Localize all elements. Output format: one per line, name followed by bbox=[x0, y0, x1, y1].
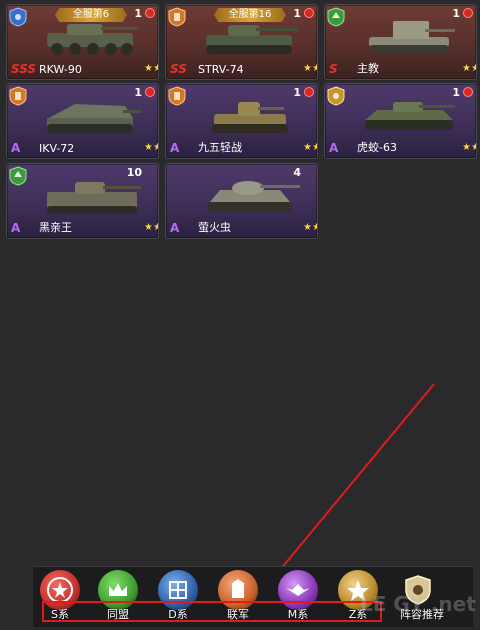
grade-label: A bbox=[11, 221, 21, 235]
tank-class-icon bbox=[168, 7, 186, 27]
tank-name: STRV-74 bbox=[198, 63, 244, 76]
tank-name: RKW-90 bbox=[39, 63, 82, 76]
tank-image bbox=[208, 181, 300, 212]
notification-dot bbox=[463, 87, 473, 97]
tank-class-icon bbox=[327, 86, 345, 106]
star-rating: ★★★★ bbox=[144, 222, 158, 233]
tank-name: 黑亲王 bbox=[39, 221, 72, 234]
notification-dot bbox=[304, 8, 314, 18]
star-rating: ★★★★ bbox=[462, 142, 476, 153]
tank-card-firefly[interactable]: 4 A 萤火虫 ★★★★ bbox=[165, 163, 318, 239]
tank-image bbox=[365, 102, 455, 130]
star-rating: ★★★★★ bbox=[144, 63, 158, 74]
tank-image bbox=[47, 24, 139, 55]
grade-label: A bbox=[329, 141, 339, 155]
star-rating: ★★★★ bbox=[303, 222, 317, 233]
tank-card-strv-74[interactable]: 全服第16 1 SS STRV-74 ★★★★★ bbox=[165, 4, 318, 80]
tank-class-icon bbox=[327, 7, 345, 27]
grade-label: SSS bbox=[11, 62, 37, 76]
star-rating: ★★★★ bbox=[144, 142, 158, 153]
tank-class-icon bbox=[9, 166, 27, 186]
tank-image bbox=[47, 104, 141, 133]
tank-name: 虎蛟-63 bbox=[357, 141, 397, 154]
tank-card-tiger-jiao-63[interactable]: 1 A 虎蛟-63 ★★★★ bbox=[324, 83, 477, 159]
notification-dot bbox=[304, 87, 314, 97]
tank-card-black-prince[interactable]: 10 A 黑亲王 ★★★★ bbox=[6, 163, 159, 239]
grade-label: A bbox=[11, 141, 21, 155]
tank-card-ikv-72[interactable]: 1 A IKV-72 ★★★★ bbox=[6, 83, 159, 159]
star-rating: ★★★★★ bbox=[303, 63, 317, 74]
notification-dot bbox=[145, 8, 155, 18]
tank-card-type95[interactable]: 1 A 九五轻战 ★★★★ bbox=[165, 83, 318, 159]
tank-card-bishop[interactable]: 1 S 主教 ★★★★★ bbox=[324, 4, 477, 80]
grade-label: SS bbox=[170, 62, 187, 76]
annotation-highlight-box bbox=[42, 601, 382, 622]
tank-image bbox=[47, 182, 141, 214]
grade-label: A bbox=[170, 141, 180, 155]
tank-card-rkw-90[interactable]: 全服第6 1 SSS RKW-90 ★★★★★ bbox=[6, 4, 159, 80]
tank-name: 主教 bbox=[357, 62, 379, 75]
tank-class-icon bbox=[9, 7, 27, 27]
star-rating: ★★★★ bbox=[303, 142, 317, 153]
tank-class-icon bbox=[9, 86, 27, 106]
star-rating: ★★★★★ bbox=[462, 63, 476, 74]
grade-label: A bbox=[170, 221, 180, 235]
notification-dot bbox=[463, 8, 473, 18]
grade-label: S bbox=[329, 62, 338, 76]
watermark: LE GY .net bbox=[360, 592, 476, 616]
tank-name: 九五轻战 bbox=[198, 141, 242, 154]
tank-image bbox=[212, 102, 288, 133]
notification-dot bbox=[145, 87, 155, 97]
tank-image bbox=[369, 21, 455, 54]
tank-class-icon bbox=[168, 86, 186, 106]
tank-name: 萤火虫 bbox=[198, 221, 231, 234]
tank-name: IKV-72 bbox=[39, 142, 75, 155]
tank-image bbox=[206, 25, 298, 54]
